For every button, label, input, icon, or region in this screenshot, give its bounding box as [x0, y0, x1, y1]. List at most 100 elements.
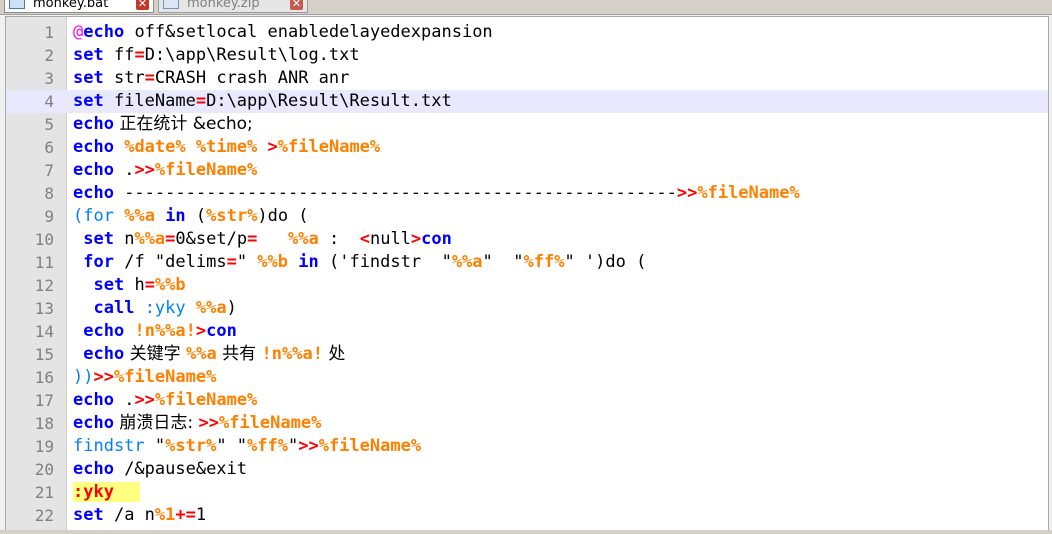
code-text: (for %%a in (%str%)do ( — [73, 205, 309, 228]
code-line[interactable]: 4 set fileName=D:\app\Result\Result.txt — [6, 90, 1048, 113]
code-text: echo /&pause&exit — [73, 458, 247, 481]
line-number: 6 — [44, 138, 54, 157]
code-token: %fileName% — [218, 413, 322, 433]
code-text: echo 正在统计 &echo; — [73, 113, 253, 136]
code-token: 处 — [323, 344, 346, 364]
code-line[interactable]: 20 echo /&pause&exit — [6, 458, 1048, 481]
code-line[interactable]: 3 set str=CRASH crash ANR anr — [6, 67, 1048, 90]
status-strip — [0, 530, 1052, 534]
code-line[interactable]: 21 :yky — [6, 481, 1048, 504]
code-line[interactable]: 14 echo !n%%a!>con — [6, 320, 1048, 343]
code-token: %fileName% — [113, 367, 217, 387]
code-editor[interactable]: 1 @echo off&setlocal enabledelayedexpansi… — [5, 16, 1049, 531]
code-text: set fileName=D:\app\Result\Result.txt — [73, 90, 452, 113]
code-line[interactable]: 11 for /f "delims=" %%b in ('findstr "%%… — [6, 251, 1048, 274]
code-token: %%b — [154, 275, 186, 295]
code-text: echo %date% %time% >%fileName% — [73, 136, 380, 159]
code-token: n — [113, 229, 135, 249]
code-token: %%a — [451, 252, 483, 272]
code-line[interactable]: 1 @echo off&setlocal enabledelayedexpansi… — [6, 21, 1048, 44]
line-number: 12 — [34, 276, 54, 295]
close-icon[interactable]: ✕ — [136, 0, 149, 10]
code-token: echo — [83, 22, 125, 42]
code-token: %%a — [186, 344, 217, 364]
code-token: ( — [73, 206, 84, 226]
code-text: set /a n%1+=1 — [73, 504, 206, 527]
code-token: findstr — [73, 436, 145, 456]
code-token: echo — [73, 183, 114, 203]
code-token: )do ( — [257, 206, 309, 226]
code-line[interactable]: 17 echo .>>%fileName% — [6, 389, 1048, 412]
line-number: 15 — [34, 345, 54, 364]
code-token: /&pause&exit — [113, 459, 248, 479]
code-token: %%a — [134, 229, 166, 249]
code-line[interactable]: 13 call :yky %%a) — [6, 297, 1048, 320]
code-token: null — [369, 229, 411, 249]
code-token: > — [267, 137, 278, 157]
code-token: %str% — [206, 206, 258, 226]
code-line[interactable]: 18 echo 崩溃日志: >>%fileName% — [6, 412, 1048, 435]
code-token: :yky — [144, 298, 186, 318]
code-token: %%a — [124, 206, 155, 226]
code-token: echo — [83, 344, 125, 364]
line-number: 4 — [44, 92, 54, 111]
code-line[interactable]: 16))>>%fileName% — [6, 366, 1048, 389]
code-token: : — [318, 229, 360, 249]
code-token: %time% — [195, 137, 258, 157]
tab-monkey-bat[interactable]: monkey.bat ✕ — [4, 0, 154, 13]
code-line[interactable]: 9 (for %%a in (%str%)do ( — [6, 205, 1048, 228]
code-text: set n%%a=0&set/p= %%a : <null>con — [73, 228, 452, 251]
code-token: set — [93, 275, 125, 295]
code-token: for — [83, 206, 114, 226]
code-line[interactable]: 8 echo ----------------------------------… — [6, 182, 1048, 205]
line-number: 20 — [34, 460, 54, 479]
code-lines: 1 @echo off&setlocal enabledelayedexpansi… — [6, 21, 1048, 527]
code-token: ) — [226, 298, 237, 318]
code-line[interactable]: 6 echo %date% %time% >%fileName% — [6, 136, 1048, 159]
line-number: 8 — [44, 184, 54, 203]
code-token: fileName — [103, 91, 196, 111]
code-token: < — [359, 229, 370, 249]
code-text: ))>>%fileName% — [73, 366, 216, 389]
code-token: %fileName% — [318, 436, 422, 456]
code-line[interactable]: 12 set h=%%b — [6, 274, 1048, 297]
code-token: " — [144, 436, 166, 456]
code-text: :yky — [73, 481, 140, 504]
code-line[interactable]: 15 echo 关键字 %%a 共有 !n%%a! 处 — [6, 343, 1048, 366]
line-number: 17 — [34, 391, 54, 410]
code-line[interactable]: 22 set /a n%1+=1 — [6, 504, 1048, 527]
code-token: %%a — [195, 298, 227, 318]
close-icon[interactable]: ✕ — [290, 0, 303, 10]
line-number: 14 — [34, 322, 54, 341]
code-token: = — [134, 45, 145, 65]
code-token: %fileName% — [154, 390, 258, 410]
code-line[interactable]: 2 set ff=D:\app\Result\log.txt — [6, 44, 1048, 67]
line-number: 9 — [44, 207, 54, 226]
code-text: echo .>>%fileName% — [73, 159, 257, 182]
code-token: echo — [73, 160, 114, 180]
code-line[interactable]: 7 echo .>>%fileName% — [6, 159, 1048, 182]
code-token: call — [93, 298, 135, 318]
code-token: echo — [73, 137, 114, 157]
line-number: 1 — [44, 23, 54, 42]
code-line[interactable]: 10 set n%%a=0&set/p= %%a : <null>con — [6, 228, 1048, 251]
line-number: 3 — [44, 69, 54, 88]
code-text: for /f "delims=" %%b in ('findstr "%%a" … — [73, 251, 646, 274]
code-line[interactable]: 5 echo 正在统计 &echo; — [6, 113, 1048, 136]
tab-monkey-zip[interactable]: monkey.zip ✕ — [158, 0, 308, 13]
line-number: 21 — [34, 483, 54, 502]
code-token: /f "delims — [113, 252, 227, 272]
code-token: %ff% — [247, 436, 288, 456]
code-line[interactable]: 19 findstr "%str%" "%ff%">>%fileName% — [6, 435, 1048, 458]
